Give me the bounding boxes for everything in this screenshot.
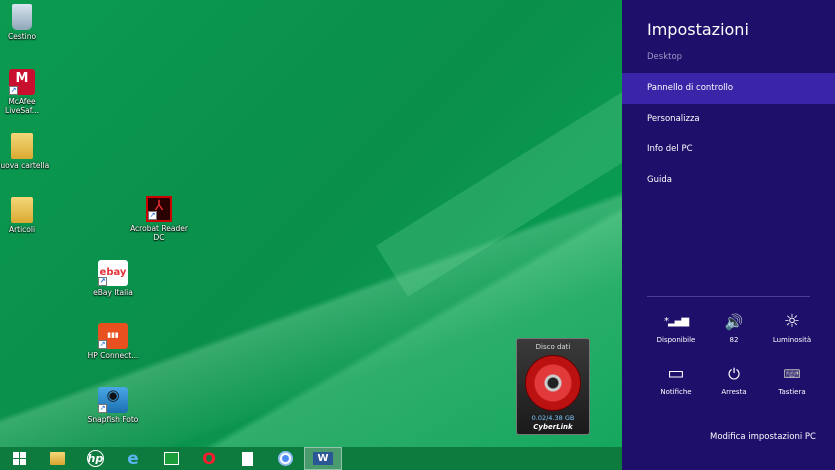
disc-widget-title: Disco dati	[535, 343, 571, 351]
settings-charm-panel: Impostazioni Desktop Pannello di control…	[622, 0, 835, 470]
desktop-icon-label: eBay Italia	[93, 288, 133, 297]
taskbar: hp e O W	[0, 447, 622, 470]
settings-menu: Pannello di controllo Personalizza Info …	[622, 73, 835, 195]
brightness-icon: ☼	[783, 311, 801, 332]
ebay-icon: ebay ↗	[98, 260, 128, 286]
volume-icon: 🔊	[724, 313, 744, 331]
mcafee-icon: ↗	[9, 69, 35, 95]
quick-power-button[interactable]: ⏻ Arresta	[705, 364, 763, 396]
menu-item-pc-info[interactable]: Info del PC	[622, 134, 835, 165]
taskbar-document[interactable]	[228, 447, 266, 470]
word-icon: W	[313, 452, 333, 465]
desktop-icon-label: Snapfish Foto	[87, 415, 139, 424]
menu-item-help[interactable]: Guida	[622, 165, 835, 196]
disc-capacity: 0.02/4.38 GB	[531, 414, 575, 422]
taskbar-store[interactable]	[152, 447, 190, 470]
acrobat-icon: ↗	[146, 196, 172, 222]
desktop-icon-label: McAfee LiveSaf...	[5, 97, 39, 115]
document-icon	[241, 451, 253, 466]
folder-icon	[11, 197, 33, 223]
taskbar-opera[interactable]: O	[190, 447, 228, 470]
divider	[647, 296, 810, 297]
file-explorer-icon	[49, 452, 65, 465]
desktop[interactable]: Cestino ↗ McAfee LiveSaf... Nuova cartel…	[0, 0, 622, 447]
quick-settings: *▂▄▆ Disponibile 🔊 82 ☼ Luminosità ▭ Not…	[647, 311, 822, 397]
quick-label: Disponibile	[656, 336, 696, 344]
disc-burner-widget[interactable]: Disco dati 0.02/4.38 GB CyberLink	[516, 338, 590, 435]
settings-title: Impostazioni	[647, 20, 749, 39]
quick-notifications-button[interactable]: ▭ Notifiche	[647, 363, 705, 397]
settings-context: Desktop	[647, 52, 683, 62]
folder-icon	[11, 133, 33, 159]
shortcut-arrow-icon: ↗	[148, 211, 157, 220]
shortcut-arrow-icon: ↗	[9, 86, 18, 95]
desktop-icon-label: Acrobat Reader DC	[130, 224, 188, 242]
taskbar-file-explorer[interactable]	[38, 447, 76, 470]
desktop-icon-label: Nuova cartella	[0, 161, 50, 170]
desktop-icon-label: Cestino	[7, 32, 37, 41]
wallpaper-beam	[376, 23, 622, 297]
taskbar-word[interactable]: W	[304, 447, 342, 470]
shortcut-arrow-icon: ↗	[98, 277, 107, 286]
quick-label: Arresta	[721, 388, 747, 396]
desktop-icon-articoli[interactable]: Articoli	[0, 197, 52, 234]
chrome-icon	[277, 451, 293, 466]
quick-network-button[interactable]: *▂▄▆ Disponibile	[647, 312, 705, 344]
desktop-icon-mcafee[interactable]: ↗ McAfee LiveSaf...	[0, 69, 52, 115]
desktop-icon-hp-connect[interactable]: ↗ HP Connect...	[83, 323, 143, 360]
power-icon: ⏻	[728, 365, 740, 383]
quick-brightness-button[interactable]: ☼ Luminosità	[763, 311, 821, 345]
change-pc-settings-link[interactable]: Modifica impostazioni PC	[710, 432, 816, 442]
shortcut-arrow-icon: ↗	[98, 404, 107, 413]
desktop-icon-label: HP Connect...	[87, 351, 139, 360]
opera-icon: O	[202, 449, 216, 468]
quick-label: Luminosità	[772, 336, 812, 344]
quick-label: 82	[729, 336, 739, 344]
taskbar-internet-explorer[interactable]: e	[114, 447, 152, 470]
menu-item-personalize[interactable]: Personalizza	[622, 104, 835, 135]
desktop-icon-recycle-bin[interactable]: Cestino	[0, 4, 52, 41]
hp-connected-icon: ↗	[98, 323, 128, 349]
desktop-icon-label: Articoli	[8, 225, 36, 234]
quick-label: Tastiera	[778, 388, 806, 396]
shortcut-arrow-icon: ↗	[98, 340, 107, 349]
desktop-icon-acrobat[interactable]: ↗ Acrobat Reader DC	[129, 196, 189, 242]
quick-keyboard-button[interactable]: ⌨ Tastiera	[763, 364, 821, 396]
snapfish-icon: ↗	[98, 387, 128, 413]
network-icon: *▂▄▆	[663, 316, 689, 327]
internet-explorer-icon: e	[127, 448, 139, 469]
quick-label: Notifiche	[660, 388, 692, 396]
notifications-icon: ▭	[667, 363, 685, 384]
taskbar-chrome[interactable]	[266, 447, 304, 470]
store-icon	[163, 452, 179, 465]
hp-icon: hp	[86, 450, 104, 467]
menu-item-control-panel[interactable]: Pannello di controllo	[622, 73, 835, 104]
cyberlink-logo: CyberLink	[533, 423, 573, 431]
taskbar-hp[interactable]: hp	[76, 447, 114, 470]
desktop-icon-snapfish[interactable]: ↗ Snapfish Foto	[83, 387, 143, 424]
desktop-icon-new-folder[interactable]: Nuova cartella	[0, 133, 52, 170]
quick-volume-button[interactable]: 🔊 82	[705, 312, 763, 344]
keyboard-icon: ⌨	[783, 367, 801, 381]
recycle-bin-icon	[12, 4, 32, 30]
desktop-icon-ebay[interactable]: ebay ↗ eBay Italia	[83, 260, 143, 297]
windows-start-icon	[12, 452, 26, 465]
disc-icon[interactable]	[525, 355, 581, 411]
start-button[interactable]	[0, 447, 38, 470]
